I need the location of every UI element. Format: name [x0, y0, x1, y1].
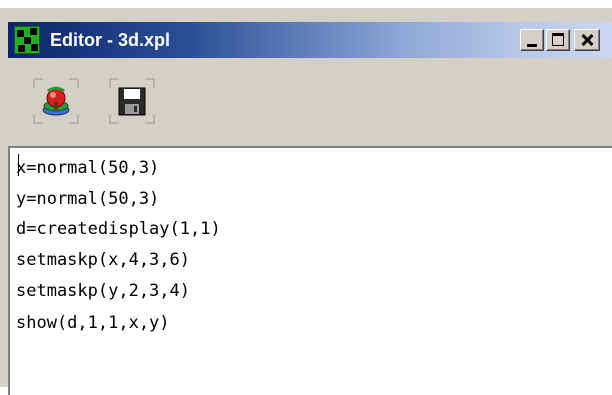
code-line: x=normal(50,3)	[16, 158, 160, 178]
app-icon[interactable]	[14, 26, 40, 54]
minimize-button[interactable]	[520, 29, 544, 51]
execute-icon	[42, 86, 70, 116]
floppy-disk-icon	[118, 87, 146, 116]
execute-button[interactable]	[33, 78, 79, 124]
code-line: show(d,1,1,x,y)	[16, 313, 170, 333]
window-title: Editor - 3d.xpl	[50, 30, 171, 50]
code-line: setmaskp(x,4,3,6)	[16, 250, 190, 270]
code-line: d=createdisplay(1,1)	[16, 219, 221, 239]
close-button[interactable]	[574, 29, 600, 51]
code-line: setmaskp(y,2,3,4)	[16, 281, 190, 301]
code-line: y=normal(50,3)	[16, 189, 160, 209]
toolbar	[8, 60, 612, 140]
save-button[interactable]	[109, 78, 155, 124]
code-editor[interactable]: x=normal(50,3) y=normal(50,3) d=createdi…	[8, 146, 612, 395]
maximize-button[interactable]	[546, 29, 570, 51]
title-bar[interactable]: Editor - 3d.xpl	[8, 22, 612, 58]
editor-window: Editor - 3d.xpl x=normal(50,3) y=normal(…	[0, 0, 612, 395]
